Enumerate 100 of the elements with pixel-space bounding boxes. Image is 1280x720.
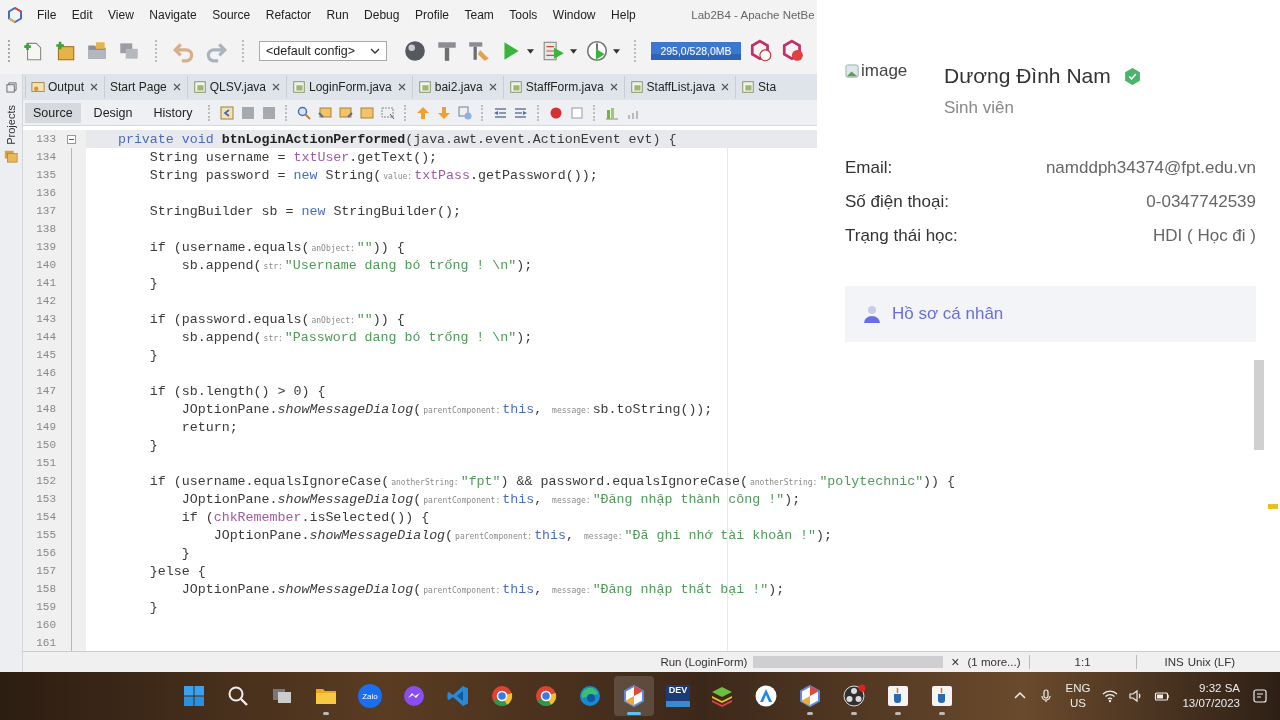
code-line: JOptionPane.showMessageDialog(parentComponent:this, message:sb.toString());	[180, 401, 713, 417]
taskbar-app[interactable]: DEV	[658, 676, 698, 716]
code-line: private void btnLoginActionPerformed(java.awt.event.ActionEvent evt) {	[116, 131, 677, 147]
menu-item[interactable]: Navigate	[149, 8, 197, 22]
warning-marker[interactable]	[1268, 504, 1278, 509]
menu-item[interactable]: Window	[552, 8, 596, 22]
globe-icon[interactable]	[403, 39, 427, 63]
coffee-cup-icon	[886, 684, 910, 708]
chat-bubble-icon	[402, 684, 426, 708]
collapse-icon[interactable]	[66, 134, 76, 144]
menu-item[interactable]: View	[108, 8, 134, 22]
file-tab[interactable]: Sta	[735, 76, 782, 98]
scrollbar-thumb[interactable]	[1254, 360, 1264, 450]
menu-item[interactable]: Edit	[71, 8, 93, 22]
file-tab[interactable]: bai2.java	[411, 76, 502, 98]
caret-icon[interactable]	[527, 48, 534, 54]
menu-item[interactable]: Source	[212, 8, 251, 22]
new-project-icon[interactable]	[53, 39, 77, 63]
file-tab[interactable]: StaffList.java	[623, 76, 735, 98]
code-line: if (username.equals(anObject:"")) {	[148, 239, 405, 255]
find-next-icon[interactable]	[338, 104, 355, 121]
java-file-icon	[192, 80, 207, 94]
close-icon[interactable]	[609, 83, 618, 91]
wifi-icon[interactable]	[1102, 688, 1119, 704]
file-tab[interactable]: Output	[25, 76, 104, 98]
line-number: 145	[35, 349, 56, 361]
hammer-icon[interactable]	[435, 39, 459, 63]
menu-item[interactable]: Run	[326, 8, 349, 22]
file-tab[interactable]: Start Page	[104, 76, 186, 98]
close-icon[interactable]	[172, 83, 181, 91]
close-icon[interactable]	[397, 83, 406, 91]
code-editor-icon	[446, 684, 470, 708]
profile-menu-item[interactable]: Hồ sơ cá nhân	[845, 286, 1256, 342]
find-previous-icon[interactable]	[317, 104, 334, 121]
code-line: }	[148, 437, 158, 453]
close-icon[interactable]	[272, 83, 280, 91]
line-number: 138	[35, 223, 56, 235]
browser-icon	[534, 684, 558, 708]
menu-item[interactable]: Debug	[364, 8, 400, 22]
taskbar-app[interactable]	[614, 676, 654, 716]
caret-position: 1:1	[1073, 656, 1092, 668]
output-window-icon	[31, 80, 45, 94]
profile-icon[interactable]	[585, 39, 609, 63]
clock[interactable]: 9:32 SA 13/07/2023	[1178, 681, 1244, 711]
close-icon[interactable]	[721, 83, 730, 91]
menu-item[interactable]: Profile	[415, 8, 449, 22]
search-icon[interactable]	[296, 104, 313, 121]
menu-item[interactable]: Refactor	[265, 8, 312, 22]
language-indicator[interactable]: ENG US	[1061, 681, 1095, 711]
menu-item[interactable]: Tools	[509, 8, 538, 22]
line-number: 154	[35, 511, 56, 523]
window-title: Lab2B4 - Apache NetBe	[691, 9, 815, 21]
restore-window-icon[interactable]	[5, 82, 17, 93]
line-number: 152	[35, 475, 56, 487]
file-tab[interactable]: StaffForm.java	[502, 76, 623, 98]
field-value: HDI ( Học đi )	[1153, 226, 1256, 246]
taskbar-app[interactable]: Zalo	[350, 676, 390, 716]
code-line: String username = txtUser.getText();	[148, 149, 438, 165]
file-tab[interactable]: QLSV.java	[186, 76, 285, 98]
line-number: 155	[35, 529, 56, 541]
line-number: 148	[35, 403, 56, 415]
caret-icon[interactable]	[570, 48, 577, 54]
editor-view-tab[interactable]: History	[145, 102, 201, 123]
line-number: 151	[35, 457, 56, 469]
caret-icon[interactable]	[613, 48, 620, 54]
hexagon-clock-icon[interactable]	[749, 39, 773, 63]
projects-tab[interactable]: Projects	[5, 105, 17, 145]
more-tasks-link[interactable]: (1 more...)	[967, 656, 1021, 668]
memory-meter[interactable]: 295,0/528,0MB	[651, 42, 741, 60]
close-icon[interactable]	[488, 83, 497, 91]
back-icon[interactable]	[219, 104, 236, 121]
line-number: 161	[35, 637, 56, 649]
cancel-button[interactable]: ×	[951, 654, 960, 670]
code-line: if (sb.length() > 0) {	[148, 383, 326, 399]
java-file-icon	[292, 80, 306, 94]
hexagon-record-icon[interactable]	[781, 39, 805, 63]
line-number: 147	[35, 385, 56, 397]
caret-icon[interactable]	[370, 48, 380, 54]
field-label: Số điện thoại:	[845, 192, 949, 212]
layers-icon	[710, 684, 734, 708]
debug-icon[interactable]	[542, 39, 566, 63]
line-number: 144	[35, 331, 56, 343]
menu-item[interactable]: Help	[611, 8, 636, 22]
code-line: return;	[180, 419, 238, 435]
close-icon[interactable]	[90, 83, 99, 91]
menu-item[interactable]: File	[37, 8, 57, 22]
code-line: StringBuilder sb = new StringBuilder();	[148, 203, 462, 219]
cube-icon	[622, 684, 646, 708]
clean-build-icon[interactable]	[467, 39, 491, 63]
java-file-icon	[741, 80, 756, 94]
editor-view-tab[interactable]: Design	[85, 102, 141, 123]
line-number: 158	[35, 583, 56, 595]
menu-item[interactable]: Team	[464, 8, 494, 22]
config-dropdown[interactable]: <default config>	[259, 41, 387, 61]
java-file-icon	[508, 80, 523, 94]
folders-icon[interactable]	[4, 148, 18, 163]
notification-icon[interactable]	[1252, 688, 1268, 704]
editor-view-tab[interactable]: Source	[25, 102, 81, 123]
file-tab[interactable]: LoginForm.java	[286, 76, 411, 98]
code-line: }	[148, 599, 158, 615]
